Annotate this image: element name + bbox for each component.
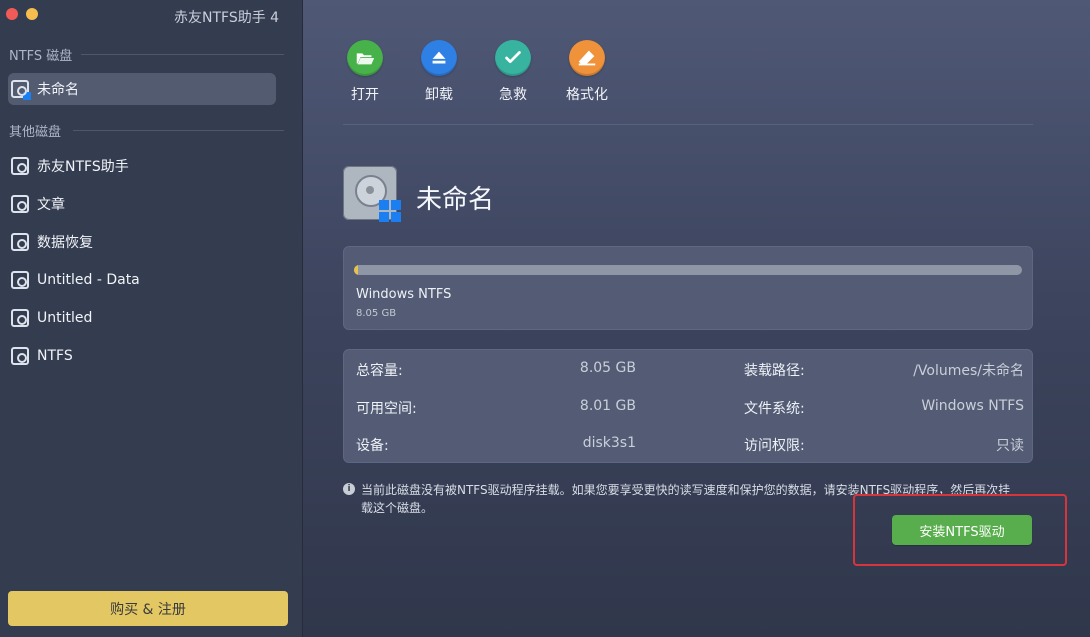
main-panel: 打开 卸载 急救 格式化 未命名 Windows NTFS 8.05 GB 总容… <box>303 0 1090 637</box>
sidebar-item-label: Untitled <box>37 310 93 326</box>
free-space-value: 8.01 GB <box>579 398 636 414</box>
ntfs-section-header: NTFS 磁盘 <box>9 45 284 64</box>
sidebar-item-other-disk[interactable]: 文章 <box>8 188 276 220</box>
other-section-header: 其他磁盘 <box>9 121 284 140</box>
unmount-label: 卸载 <box>425 87 453 103</box>
format-label: 格式化 <box>566 87 608 103</box>
sidebar-item-other-disk[interactable]: Untitled <box>8 302 276 334</box>
info-row: 可用空间: 8.01 GB 文件系统: Windows NTFS <box>344 388 1034 424</box>
open-button[interactable]: 打开 <box>343 40 387 104</box>
sidebar-item-label: 文章 <box>37 197 65 213</box>
sidebar: 赤友NTFS助手 4 NTFS 磁盘 未命名 其他磁盘 赤友NTFS助手 文章 … <box>0 0 303 637</box>
toolbar-divider <box>343 124 1033 125</box>
ntfs-section-label: NTFS 磁盘 <box>9 49 73 64</box>
first-aid-button[interactable]: 急救 <box>491 40 535 104</box>
free-space-label: 可用空间: <box>356 401 417 417</box>
sidebar-item-other-disk[interactable]: NTFS <box>8 340 276 372</box>
disk-icon <box>11 271 29 289</box>
eject-icon <box>421 40 457 76</box>
format-button[interactable]: 格式化 <box>565 40 609 104</box>
usage-bar-fill <box>354 265 358 275</box>
sidebar-item-other-disk[interactable]: 赤友NTFS助手 <box>8 150 276 182</box>
minimize-window-button[interactable] <box>26 8 38 20</box>
windows-badge-icon <box>23 92 31 100</box>
sidebar-item-label: Untitled - Data <box>37 272 140 288</box>
info-row: 总容量: 8.05 GB 装载路径: /Volumes/未命名 <box>344 350 1034 386</box>
check-icon <box>495 40 531 76</box>
sidebar-item-label: 赤友NTFS助手 <box>37 159 129 175</box>
filesystem-label: Windows NTFS <box>356 287 452 302</box>
hard-drive-icon <box>343 164 403 222</box>
first-aid-label: 急救 <box>499 87 527 103</box>
sidebar-item-label: 数据恢复 <box>37 235 93 251</box>
usage-bar <box>354 265 1022 275</box>
access-permission-label: 访问权限: <box>744 438 805 454</box>
eraser-icon <box>569 40 605 76</box>
disk-icon <box>11 195 29 213</box>
ntfs-disk-icon <box>11 80 31 100</box>
disk-icon <box>11 233 29 251</box>
drive-name: 未命名 <box>416 185 495 215</box>
open-label: 打开 <box>351 87 379 103</box>
ntfs-section-divider <box>81 54 284 55</box>
mount-path-label: 装载路径: <box>744 363 805 379</box>
install-ntfs-driver-button[interactable]: 安装NTFS驱动 <box>892 515 1032 545</box>
disk-icon <box>11 157 29 175</box>
other-section-divider <box>73 130 284 131</box>
unmount-button[interactable]: 卸载 <box>417 40 461 104</box>
buy-register-button[interactable]: 购买 & 注册 <box>8 591 288 626</box>
window-controls <box>6 8 38 20</box>
sidebar-item-label: NTFS <box>37 348 73 364</box>
other-section-label: 其他磁盘 <box>9 125 62 140</box>
close-window-button[interactable] <box>6 8 18 20</box>
usage-panel: Windows NTFS 8.05 GB <box>343 246 1033 330</box>
mount-path-value: /Volumes/未命名 <box>913 363 1024 379</box>
file-system-label: 文件系统: <box>744 401 805 417</box>
drive-size: 8.05 GB <box>356 308 397 319</box>
access-permission-value: 只读 <box>996 438 1024 454</box>
sidebar-item-label: 未命名 <box>37 82 79 98</box>
windows-logo-icon <box>379 200 401 222</box>
window-title: 赤友NTFS助手 4 <box>174 10 280 26</box>
sidebar-item-other-disk[interactable]: Untitled - Data <box>8 264 276 296</box>
device-value: disk3s1 <box>582 435 636 451</box>
device-label: 设备: <box>356 438 389 454</box>
total-capacity-label: 总容量: <box>356 363 403 379</box>
total-capacity-value: 8.05 GB <box>579 360 636 376</box>
disk-icon <box>11 347 29 365</box>
toolbar: 打开 卸载 急救 格式化 <box>343 40 609 104</box>
folder-open-icon <box>347 40 383 76</box>
sidebar-item-ntfs-disk[interactable]: 未命名 <box>8 73 276 105</box>
file-system-value: Windows NTFS <box>921 398 1024 414</box>
sidebar-item-other-disk[interactable]: 数据恢复 <box>8 226 276 258</box>
app-window: 赤友NTFS助手 4 NTFS 磁盘 未命名 其他磁盘 赤友NTFS助手 文章 … <box>0 0 1090 637</box>
info-panel: 总容量: 8.05 GB 装载路径: /Volumes/未命名 可用空间: 8.… <box>343 349 1033 463</box>
info-icon: i <box>343 483 355 495</box>
disk-icon <box>11 309 29 327</box>
info-row: 设备: disk3s1 访问权限: 只读 <box>344 425 1034 461</box>
